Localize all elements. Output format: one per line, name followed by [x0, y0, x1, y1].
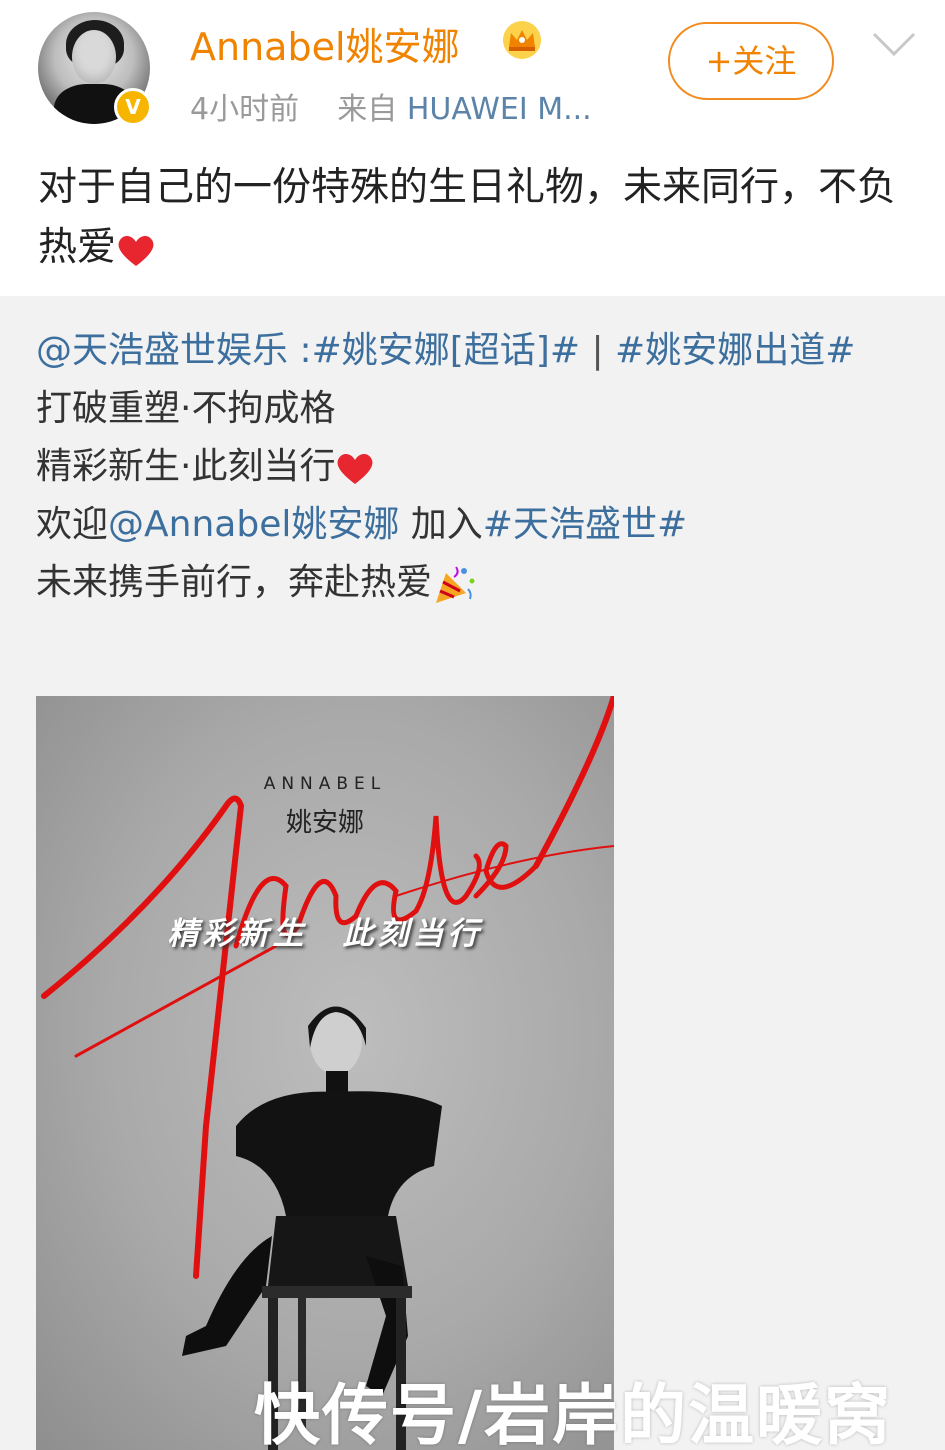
- line4-middle: 加入: [399, 504, 483, 545]
- post-text: 对于自己的一份特殊的生日礼物，未来同行，不负热爱: [38, 165, 897, 270]
- verified-badge-icon: V: [114, 88, 152, 126]
- post-time: 4小时前: [190, 92, 300, 127]
- watermark-text: 快传号/岩岸的温暖窝: [254, 1377, 893, 1450]
- poster-brand: ANNABEL: [263, 774, 387, 794]
- repost-line-3: 精彩新生·此刻当行: [36, 438, 916, 496]
- line4-prefix: 欢迎: [36, 504, 109, 545]
- repost-line-3-text: 精彩新生·此刻当行: [36, 446, 336, 487]
- repost-line-2: 打破重塑·不拘成格: [36, 388, 336, 429]
- source-device[interactable]: HUAWEI M...: [407, 92, 592, 127]
- repost-text: @天浩盛世娱乐 :#姚安娜[超话]# | #姚安娜出道# 打破重塑·不拘成格 精…: [36, 322, 916, 612]
- separator: |: [580, 330, 616, 371]
- username[interactable]: Annabel姚安娜: [190, 16, 460, 71]
- repost-line-5-text: 未来携手前行，奔赴热爱: [36, 562, 433, 603]
- hashtag-company-link[interactable]: #天浩盛世#: [483, 504, 687, 545]
- poster-chinese-name: 姚安娜: [285, 808, 364, 838]
- heart-emoji-icon: [338, 454, 373, 484]
- repost-card[interactable]: @天浩盛世娱乐 :#姚安娜[超话]# | #姚安娜出道# 打破重塑·不拘成格 精…: [0, 296, 945, 1450]
- repost-line-1: @天浩盛世娱乐 :#姚安娜[超话]# | #姚安娜出道#: [36, 322, 916, 380]
- follow-button[interactable]: +关注: [668, 22, 834, 100]
- avatar-face: [72, 30, 116, 84]
- crown-vip-icon: [503, 21, 541, 59]
- colon: :: [288, 330, 312, 371]
- source-prefix: 来自: [337, 92, 398, 127]
- post-body: 对于自己的一份特殊的生日礼物，未来同行，不负热爱: [38, 158, 898, 278]
- hashtag-supertopic-link[interactable]: #姚安娜[超话]#: [312, 330, 580, 371]
- mention-company-link[interactable]: @天浩盛世娱乐: [36, 330, 288, 371]
- post-header: V Annabel姚安娜 4小时前 来自 HUAWEI M... +关注: [0, 0, 945, 140]
- chevron-down-icon[interactable]: [868, 24, 920, 64]
- poster-tagline: 精彩新生 此刻当行: [167, 916, 483, 952]
- party-popper-emoji-icon: [436, 566, 475, 603]
- post-meta: 4小时前 来自 HUAWEI M...: [190, 84, 592, 128]
- repost-line-5: 未来携手前行，奔赴热爱: [36, 554, 916, 612]
- hashtag-debut-link[interactable]: #姚安娜出道#: [615, 330, 855, 371]
- repost-line-4: 欢迎@Annabel姚安娜 加入#天浩盛世#: [36, 496, 916, 554]
- poster-image[interactable]: ANNABEL 姚安娜 精彩新生 此刻当行: [36, 696, 614, 1450]
- mention-annabel-link[interactable]: @Annabel姚安娜: [108, 504, 399, 545]
- heart-emoji-icon: [118, 235, 154, 266]
